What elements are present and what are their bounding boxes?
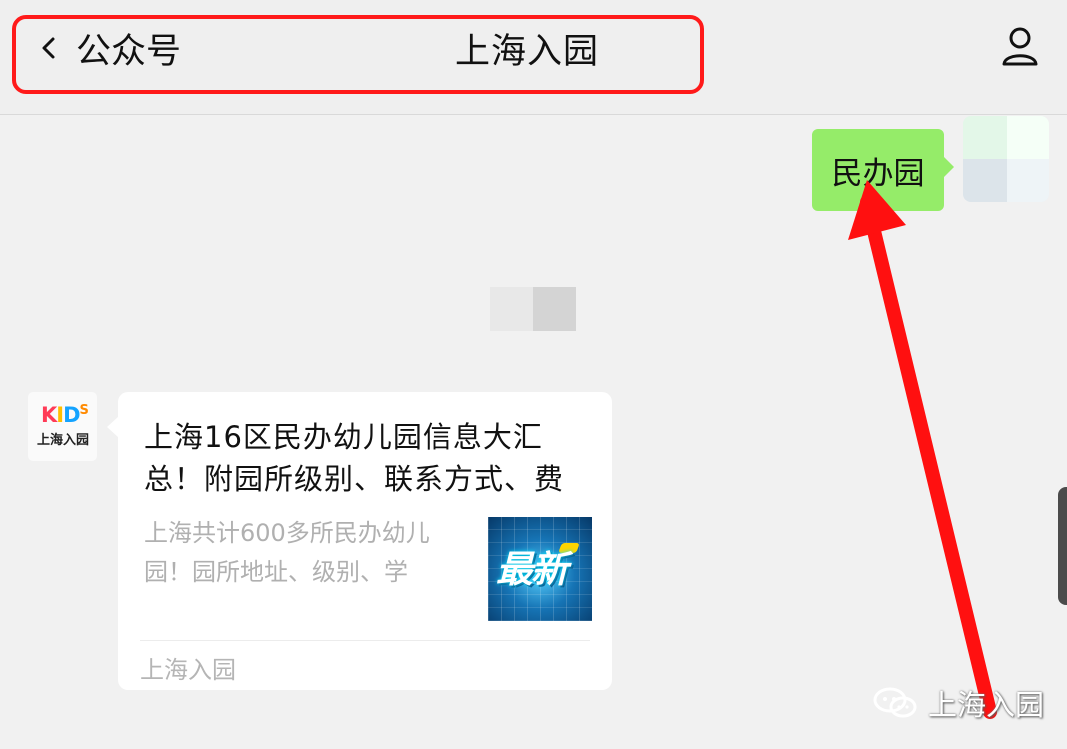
article-source: 上海入园 [140, 656, 236, 684]
official-account-avatar[interactable]: KIDS 上海入园 [28, 392, 97, 461]
chat-screen: 公众号 上海入园 民办园 KIDS 上海入园 上海16区民办幼儿园信息大汇总！附… [0, 0, 1067, 749]
kids-logo-icon: KIDS [41, 403, 89, 427]
blur-block [533, 287, 576, 331]
avatar-label: 上海入园 [36, 433, 89, 448]
article-title: 上海16区民办幼儿园信息大汇总！附园所级别、联系方式、费 [144, 420, 565, 496]
thumbnail-label: 最新 [496, 548, 568, 591]
article-thumbnail: 最新 [488, 517, 592, 621]
avatar-mosaic-tile [963, 116, 1007, 159]
article-message-card[interactable]: 上海16区民办幼儿园信息大汇总！附园所级别、联系方式、费 上海共计600多所民办… [107, 392, 612, 690]
scrollbar-handle[interactable] [1058, 487, 1067, 605]
avatar-mosaic-tile [1007, 116, 1049, 159]
blur-block [490, 287, 533, 331]
blurred-timestamp [490, 287, 576, 331]
annotation-arrow [848, 180, 997, 719]
watermark-text: 上海入园 [928, 688, 1045, 722]
card-divider [140, 640, 590, 641]
watermark: 上海入园 [872, 682, 1044, 724]
avatar-mosaic-tile [1007, 159, 1049, 202]
wechat-icon [873, 687, 917, 718]
chat-header: 公众号 上海入园 [0, 0, 1067, 115]
person-icon[interactable] [997, 24, 1043, 70]
annotation-highlight-box [12, 15, 704, 94]
article-description: 上海共计600多所民办幼儿园！园所地址、级别、学 [144, 519, 430, 586]
